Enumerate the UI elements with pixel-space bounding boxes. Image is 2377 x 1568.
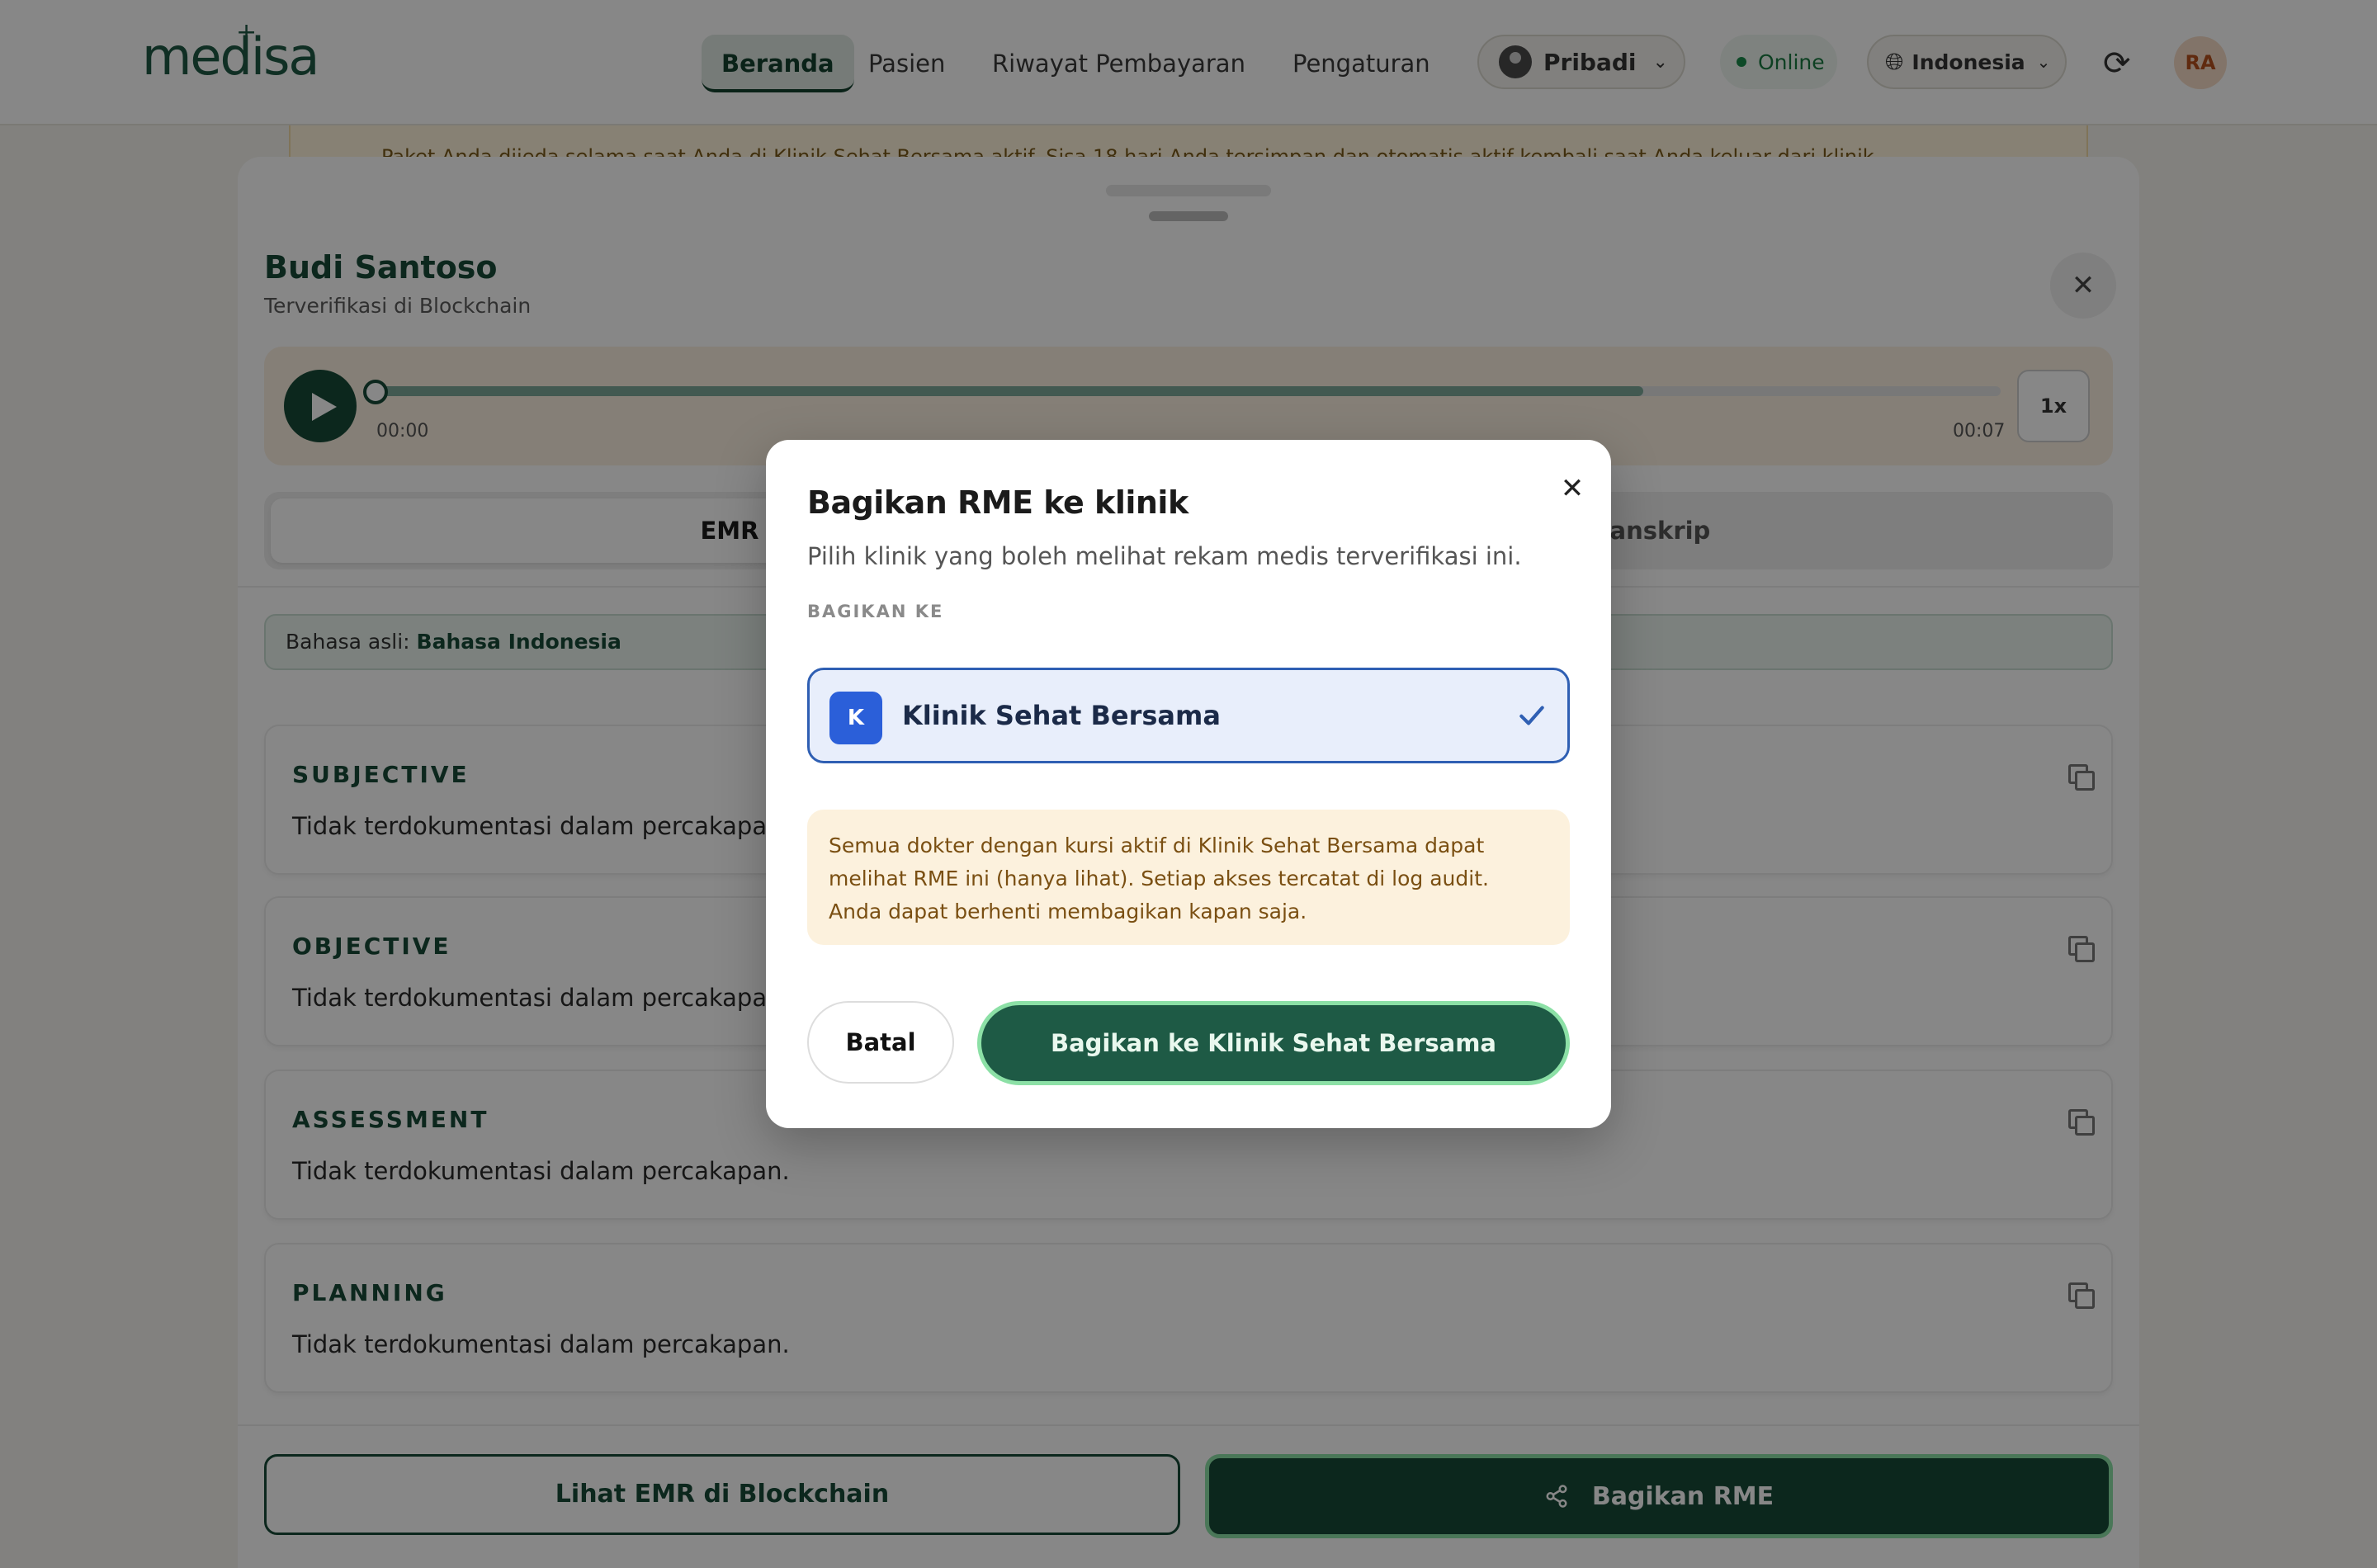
dialog-title: Bagikan RME ke klinik	[807, 484, 1188, 521]
share-notice: Semua dokter dengan kursi aktif di Klini…	[807, 810, 1570, 945]
check-icon	[1519, 706, 1544, 725]
clinic-name: Klinik Sehat Bersama	[902, 700, 1221, 731]
cancel-button[interactable]: Batal	[807, 1001, 954, 1084]
close-dialog-button[interactable]: ✕	[1553, 470, 1591, 508]
confirm-share-button[interactable]: Bagikan ke Klinik Sehat Bersama	[977, 1001, 1570, 1085]
clinic-option-klinik-sehat-bersama[interactable]: K Klinik Sehat Bersama	[807, 668, 1570, 763]
share-rme-dialog: ✕ Bagikan RME ke klinik Pilih klinik yan…	[766, 440, 1611, 1128]
clinic-initial-badge: K	[829, 692, 882, 744]
share-to-label: BAGIKAN KE	[807, 602, 944, 621]
dialog-subtitle: Pilih klinik yang boleh melihat rekam me…	[807, 542, 1522, 570]
